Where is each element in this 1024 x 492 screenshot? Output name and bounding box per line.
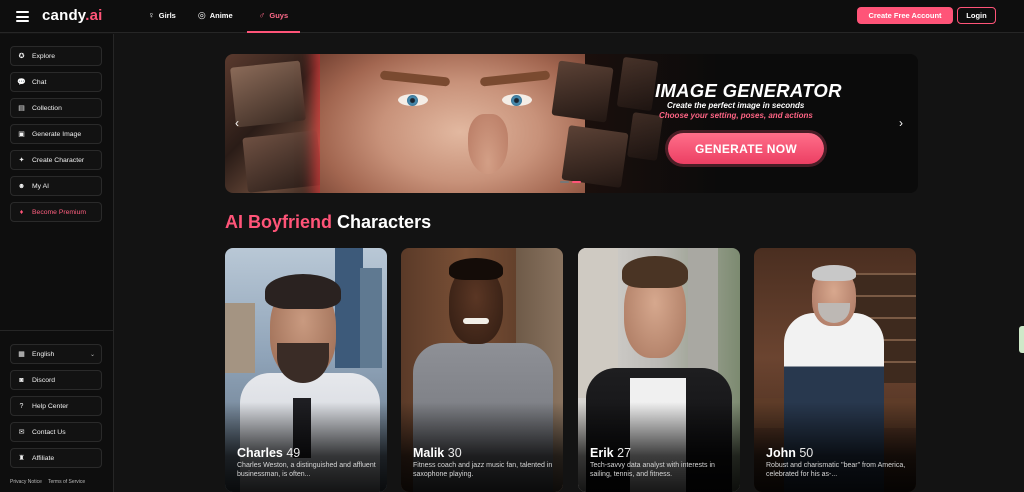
banner-collage-tile <box>561 125 629 188</box>
top-bar: candy.ai ♀ Girls ◎ Anime ♂ Guys Create Free… <box>0 0 1024 33</box>
us-flag-icon: ▦ <box>18 351 25 358</box>
carousel-dots <box>560 181 581 183</box>
language-select[interactable]: ▦ English ⌄ <box>10 344 102 364</box>
female-icon: ♀ <box>148 10 155 20</box>
generate-now-button[interactable]: GENERATE NOW <box>668 133 824 164</box>
banner-collage-tile <box>616 56 659 112</box>
character-card-john[interactable]: John 50 Robust and charismatic "bear" fr… <box>754 248 916 492</box>
chevron-left-icon[interactable]: ‹ <box>235 116 239 130</box>
image-icon: ▣ <box>18 131 25 138</box>
mask-icon: ☻ <box>17 182 26 190</box>
collection-icon: ▤ <box>18 105 25 112</box>
terms-link[interactable]: Terms of Service <box>48 479 85 485</box>
sidebar-item-affiliate[interactable]: ♜ Affiliate <box>10 448 102 468</box>
sidebar-item-label: Discord <box>32 376 56 384</box>
nav-girls-label: Girls <box>158 11 176 20</box>
nav-girls[interactable]: ♀ Girls <box>146 0 178 31</box>
sidebar-item-label: Explore <box>32 52 56 60</box>
logo-suffix: .ai <box>85 7 103 24</box>
sidebar-item-label: Chat <box>32 78 47 86</box>
discord-icon: ◙ <box>19 376 24 384</box>
sidebar-item-help-center[interactable]: ? Help Center <box>10 396 102 416</box>
main-nav: ♀ Girls ◎ Anime ♂ Guys <box>146 0 318 33</box>
sidebar-item-create-character[interactable]: ✦ Create Character <box>10 150 102 170</box>
create-account-button[interactable]: Create Free Account <box>857 7 953 24</box>
card-description: Robust and charismatic "bear" from Ameri… <box>766 462 906 478</box>
card-description: Tech-savvy data analyst with interests i… <box>590 462 715 478</box>
section-title-accent: AI Boyfriend <box>225 212 333 232</box>
card-name-text: Erik <box>590 446 614 460</box>
side-widget-tab[interactable] <box>1019 326 1024 353</box>
wand-icon: ✦ <box>18 157 25 164</box>
sidebar-item-generate-image[interactable]: ▣ Generate Image <box>10 124 102 144</box>
chevron-right-icon[interactable]: › <box>899 116 903 130</box>
language-label: English <box>32 350 55 358</box>
sidebar-item-premium[interactable]: ♦ Become Premium <box>10 202 102 222</box>
section-title: AI Boyfriend Characters <box>225 212 431 233</box>
card-description: Charles Weston, a distinguished and affl… <box>237 462 376 478</box>
sidebar-item-label: Contact Us <box>32 428 66 436</box>
anime-icon: ◎ <box>197 10 206 20</box>
menu-icon[interactable] <box>16 11 29 22</box>
sidebar-divider <box>0 330 114 331</box>
logo[interactable]: candy.ai <box>42 7 103 24</box>
male-icon: ♂ <box>258 10 266 20</box>
banner-title: IMAGE GENERATOR <box>655 80 842 101</box>
character-card-charles[interactable]: Charles 49 Charles Weston, a distinguish… <box>225 248 387 492</box>
help-icon: ? <box>19 402 24 410</box>
banner-subtitle-accent: Choose your setting, poses, and actions <box>659 111 813 120</box>
card-name: Erik 27 <box>590 446 631 460</box>
card-age: 50 <box>799 446 814 460</box>
card-description: Fitness coach and jazz music fan, talent… <box>413 462 553 478</box>
banner-collage-tile <box>627 112 663 161</box>
sidebar-item-label: Become Premium <box>32 208 87 216</box>
sidebar-item-label: Create Character <box>32 156 85 164</box>
mail-icon: ✉ <box>18 429 25 436</box>
card-age: 27 <box>617 446 632 460</box>
privacy-link[interactable]: Privacy Notice <box>10 479 42 485</box>
login-button[interactable]: Login <box>957 7 996 24</box>
compass-icon: ✪ <box>18 53 25 60</box>
section-title-rest: Characters <box>337 212 432 232</box>
card-age: 30 <box>447 446 462 460</box>
diamond-icon: ♦ <box>19 208 24 216</box>
nav-anime-label: Anime <box>209 11 233 20</box>
sidebar-item-collection[interactable]: ▤ Collection <box>10 98 102 118</box>
sidebar-item-discord[interactable]: ◙ Discord <box>10 370 102 390</box>
nav-anime[interactable]: ◎ Anime <box>196 0 235 31</box>
character-card-malik[interactable]: Malik 30 Fitness coach and jazz music fa… <box>401 248 563 492</box>
sidebar-item-label: My AI <box>32 182 49 190</box>
sidebar-item-contact-us[interactable]: ✉ Contact Us <box>10 422 102 442</box>
footer-links: Privacy Notice Terms of Service <box>10 479 85 485</box>
card-name-text: John <box>766 446 796 460</box>
sidebar-item-label: Generate Image <box>32 130 82 138</box>
chat-icon: 💬 <box>17 79 26 86</box>
card-name-text: Malik <box>413 446 445 460</box>
sidebar-item-label: Collection <box>32 104 62 112</box>
logo-text: candy <box>42 7 86 24</box>
nav-guys-label: Guys <box>269 11 289 20</box>
chevron-down-icon: ⌄ <box>89 351 95 358</box>
carousel-dot-active[interactable] <box>572 181 581 183</box>
card-name-text: Charles <box>237 446 283 460</box>
trophy-icon: ♜ <box>18 455 25 462</box>
sidebar-item-label: Affiliate <box>32 454 55 462</box>
card-age: 49 <box>286 446 301 460</box>
card-name: John 50 <box>766 446 813 460</box>
card-name: Charles 49 <box>237 446 300 460</box>
banner-subtitle: Create the perfect image in seconds <box>667 101 805 110</box>
banner-collage-tile <box>230 60 306 128</box>
sidebar-item-my-ai[interactable]: ☻ My AI <box>10 176 102 196</box>
carousel-dot[interactable] <box>560 181 569 183</box>
banner-collage-tile <box>551 60 614 123</box>
character-card-erik[interactable]: Erik 27 Tech-savvy data analyst with int… <box>578 248 740 492</box>
nav-guys[interactable]: ♂ Guys <box>246 0 301 33</box>
sidebar: ✪ Explore 💬 Chat ▤ Collection ▣ Generate Ima… <box>0 34 114 492</box>
card-name: Malik 30 <box>413 446 462 460</box>
sidebar-item-explore[interactable]: ✪ Explore <box>10 46 102 66</box>
sidebar-item-chat[interactable]: 💬 Chat <box>10 72 102 92</box>
sidebar-item-label: Help Center <box>32 402 69 410</box>
image-generator-banner[interactable]: ‹ › IMAGE GENERATOR Create the perfect i… <box>225 54 918 193</box>
banner-collage-tile <box>242 130 323 193</box>
